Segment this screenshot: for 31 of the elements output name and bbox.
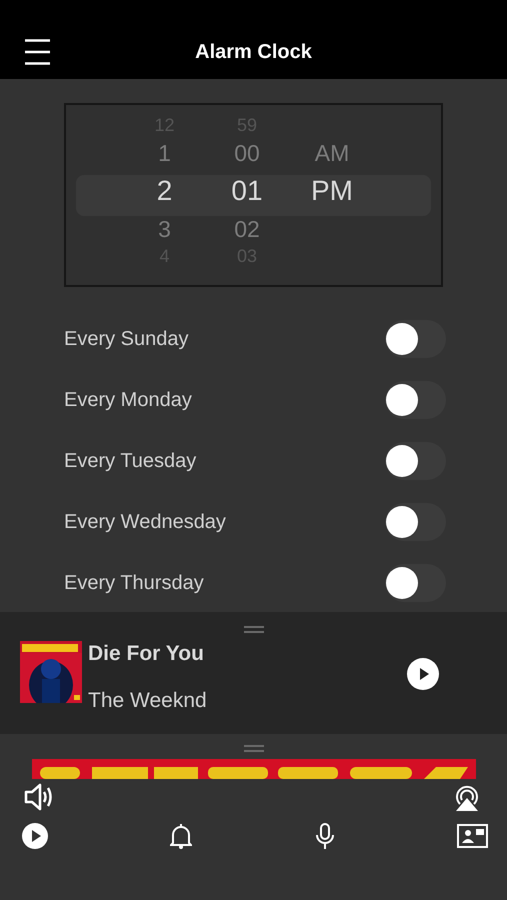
drag-handle[interactable] bbox=[244, 626, 264, 633]
toggle-switch[interactable] bbox=[385, 442, 446, 480]
menu-icon[interactable] bbox=[25, 39, 50, 65]
picker-value[interactable]: AM bbox=[314, 136, 350, 170]
picker-value[interactable]: 00 bbox=[234, 136, 260, 170]
speaker-icon[interactable] bbox=[24, 782, 54, 812]
alarm-label: Every Sunday bbox=[64, 326, 189, 352]
contact-card-icon[interactable] bbox=[456, 824, 488, 848]
play-icon[interactable] bbox=[407, 658, 439, 690]
song-title: Die For You bbox=[88, 641, 204, 667]
picker-value[interactable]: 02 bbox=[234, 212, 260, 246]
alarm-label: Every Thursday bbox=[64, 570, 204, 596]
toggle-switch[interactable] bbox=[385, 380, 446, 418]
picker-value[interactable]: PM bbox=[311, 171, 353, 211]
picker-value[interactable]: 1 bbox=[158, 136, 171, 170]
screen-title: Alarm Clock bbox=[195, 40, 312, 65]
alarm-label: Every Tuesday bbox=[64, 448, 196, 474]
play-icon[interactable] bbox=[22, 823, 48, 849]
alarm-label: Every Wednesday bbox=[64, 510, 226, 534]
mini-player[interactable]: Die For You The Weeknd bbox=[0, 612, 507, 734]
toggle-switch[interactable] bbox=[385, 502, 446, 540]
drag-handle[interactable] bbox=[244, 745, 264, 752]
artist-name: The Weeknd bbox=[88, 688, 207, 714]
toggle-switch[interactable] bbox=[385, 564, 446, 602]
toggle-switch[interactable] bbox=[385, 320, 446, 358]
picker-value[interactable]: 2 bbox=[156, 171, 172, 211]
bell-icon[interactable] bbox=[170, 823, 192, 849]
picker-value[interactable]: 3 bbox=[158, 212, 171, 246]
microphone-icon[interactable] bbox=[314, 823, 335, 849]
alarm-label: Every Monday bbox=[64, 388, 192, 412]
picker-value[interactable]: 01 bbox=[231, 171, 263, 211]
